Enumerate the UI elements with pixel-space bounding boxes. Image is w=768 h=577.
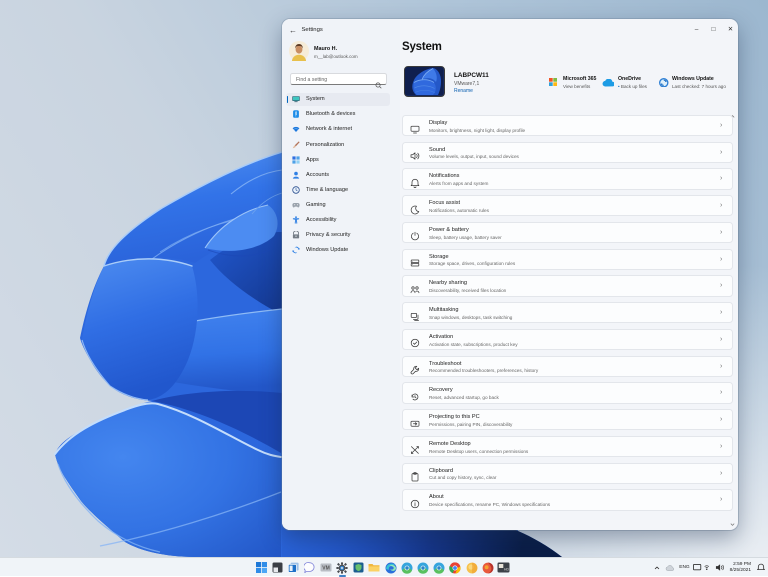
svg-text:HD: HD [504, 568, 509, 572]
svg-text:VM: VM [322, 566, 330, 572]
